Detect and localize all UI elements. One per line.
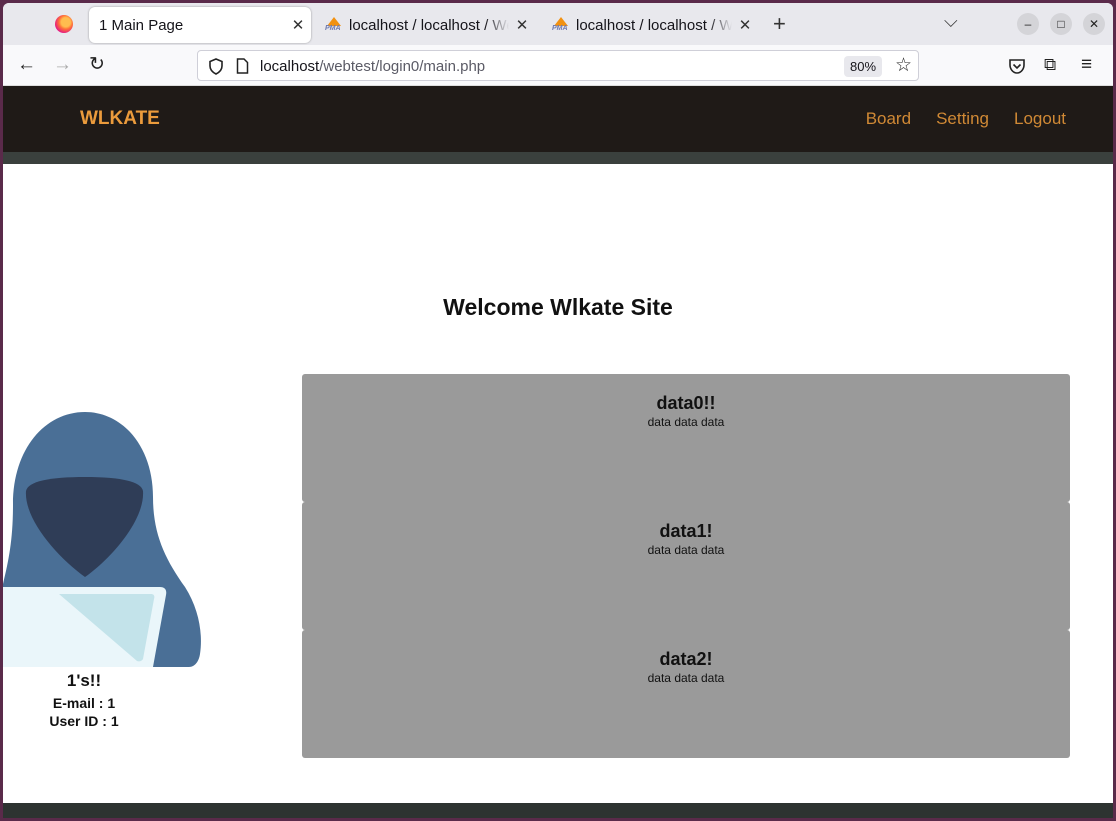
site-menu: Board Setting Logout [866,109,1066,129]
tab-main-page[interactable]: 1 Main Page ✕ [89,7,311,43]
header-divider [3,152,1113,164]
data-card[interactable]: data2! data data data [302,630,1070,758]
close-window-icon[interactable]: ✕ [1083,13,1105,35]
menu-setting-link[interactable]: Setting [936,109,989,129]
profile-user-id: User ID : 1 [49,713,119,729]
reload-icon[interactable]: ↻ [89,54,105,76]
hacker-avatar [3,409,203,669]
menu-logout-link[interactable]: Logout [1014,109,1066,129]
firefox-icon[interactable] [55,15,73,33]
zoom-level[interactable]: 80% [844,56,882,77]
profile-panel: 1's!! E-mail : 1 User ID : 1 [3,409,203,729]
bookmark-star-icon[interactable]: ☆ [895,54,912,77]
extensions-icon[interactable]: ⧉ [1044,54,1056,76]
menu-board-link[interactable]: Board [866,109,911,129]
card-title: data1! [659,521,713,541]
page-title: Welcome Wlkate Site [443,294,673,320]
url-text[interactable]: localhost/webtest/login0/main.php [260,58,485,75]
page-content: WLKATE Board Setting Logout Welcome Wlka… [3,86,1113,818]
close-tab-icon[interactable]: ✕ [732,16,758,34]
card-title: data0!! [656,393,716,413]
back-icon[interactable]: ← [17,54,36,76]
profile-email: E-mail : 1 [52,695,116,711]
data-card[interactable]: data1! data data data [302,502,1070,630]
close-tab-icon[interactable]: ✕ [509,16,535,34]
tab-title: localhost / localhost / We [349,16,509,34]
card-title: data2! [659,649,713,669]
new-tab-icon[interactable]: + [773,11,786,37]
tab-title: localhost / localhost / We [576,16,732,34]
browser-window: 1 Main Page ✕ PMA localhost / localhost … [3,3,1113,818]
shield-icon[interactable] [208,58,224,75]
page-icon[interactable] [236,58,249,74]
tab-title: 1 Main Page [99,16,184,34]
card-text: data data data [647,671,725,685]
tab-phpmyadmin-1[interactable]: PMA localhost / localhost / We ✕ [321,7,535,43]
phpmyadmin-icon: PMA [552,17,570,33]
profile-name: 1's!! [66,671,102,690]
card-text: data data data [647,415,725,429]
url-bar[interactable]: localhost/webtest/login0/main.php 80% ☆ [197,50,919,81]
list-tabs-chevron-icon[interactable]: ⌵ [944,11,958,32]
menu-hamburger-icon[interactable]: ≡ [1081,54,1092,76]
site-header: WLKATE Board Setting Logout [3,86,1113,152]
tab-phpmyadmin-2[interactable]: PMA localhost / localhost / We ✕ [548,7,758,43]
footer-bar [3,803,1113,818]
phpmyadmin-icon: PMA [325,17,343,33]
maximize-icon[interactable]: □ [1050,13,1072,35]
forward-icon[interactable]: → [53,54,72,76]
navigation-bar: ← → ↻ localhost/webtest/login0/main.php … [3,45,1113,86]
pocket-icon[interactable] [1008,58,1026,75]
data-card[interactable]: data0!! data data data [302,374,1070,502]
minimize-icon[interactable]: – [1017,13,1039,35]
close-tab-icon[interactable]: ✕ [285,16,311,34]
site-brand[interactable]: WLKATE [80,108,160,130]
tab-strip: 1 Main Page ✕ PMA localhost / localhost … [3,3,1113,45]
card-text: data data data [647,543,725,557]
